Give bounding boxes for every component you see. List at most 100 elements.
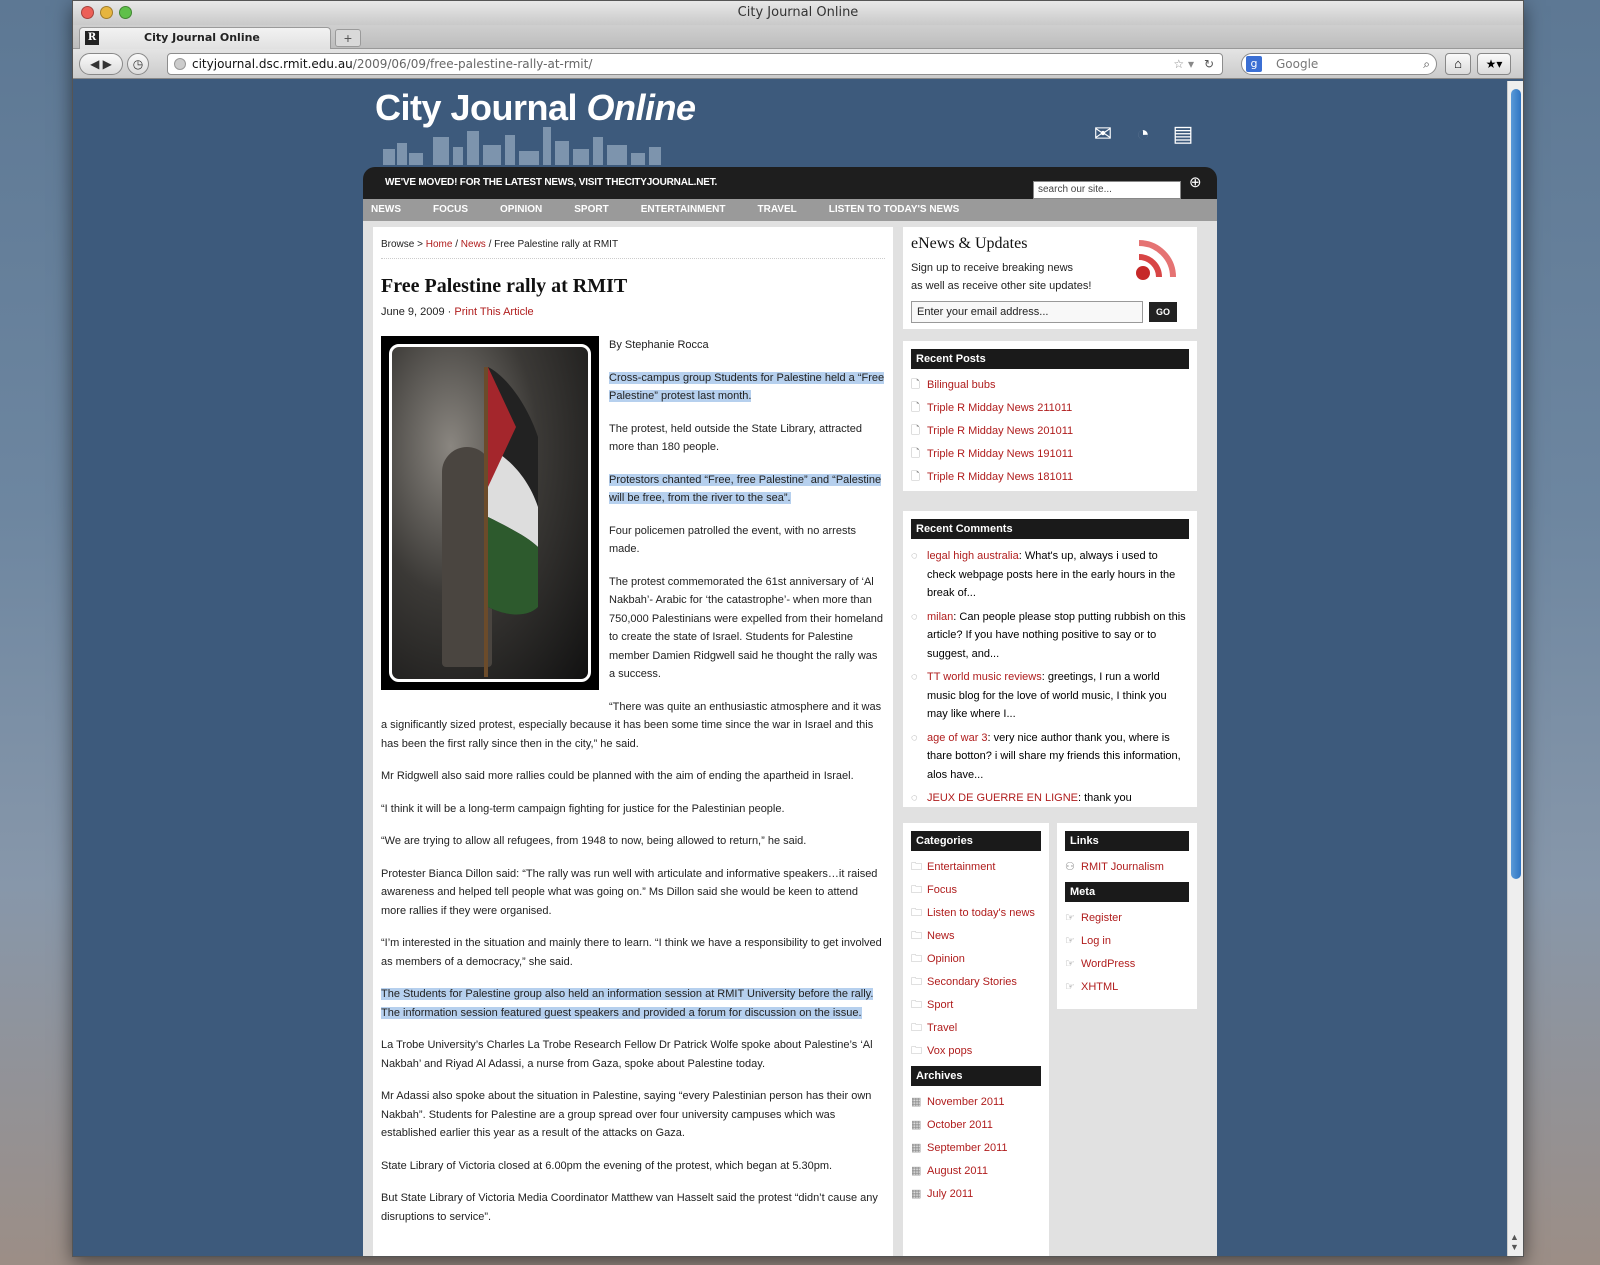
meta-item-link[interactable]: XHTML <box>1081 981 1118 993</box>
archive-item[interactable]: ▦ November 2011 <box>911 1094 1041 1110</box>
vertical-scrollbar[interactable]: ▲ ▼ <box>1507 81 1523 1256</box>
recent-post-item-link[interactable]: Triple R Midday News 211011 <box>927 402 1072 414</box>
meta-item[interactable]: ☞ WordPress <box>1065 956 1189 972</box>
comment-author-link[interactable]: legal high australia <box>927 550 1019 562</box>
archive-item[interactable]: ▦ September 2011 <box>911 1140 1041 1156</box>
category-item-link[interactable]: Secondary Stories <box>927 976 1017 988</box>
history-button[interactable]: ◷ <box>127 53 149 75</box>
breadcrumb-home-link[interactable]: Home <box>426 239 453 250</box>
site-logo[interactable]: City Journal Online <box>375 87 696 129</box>
category-item[interactable]: 🗀 Entertainment <box>911 859 1041 875</box>
meta-item-link[interactable]: Register <box>1081 912 1122 924</box>
go-button[interactable]: GO <box>1149 302 1177 322</box>
meta-item[interactable]: ☞ XHTML <box>1065 979 1189 995</box>
menu-sport[interactable]: SPORT <box>574 199 608 221</box>
scrollbar-thumb[interactable] <box>1511 89 1521 879</box>
moved-notice[interactable]: WE'VE MOVED! FOR THE LATEST NEWS, VISIT … <box>385 177 717 188</box>
category-item[interactable]: 🗀 Focus <box>911 882 1041 898</box>
recent-post-item[interactable]: 🗋 Bilingual bubs <box>911 377 1189 393</box>
archive-item[interactable]: ▦ August 2011 <box>911 1163 1041 1179</box>
bookmark-star-icon[interactable]: ☆ ▾ <box>1173 54 1194 74</box>
category-item[interactable]: 🗀 Travel <box>911 1020 1041 1036</box>
menu-opinion[interactable]: OPINION <box>500 199 542 221</box>
rss-feed-icon[interactable]: ◔ <box>1129 121 1157 147</box>
category-item[interactable]: 🗀 Secondary Stories <box>911 974 1041 990</box>
folder-icon: 🗀 <box>911 999 922 1011</box>
recent-post-item-link[interactable]: Triple R Midday News 181011 <box>927 471 1073 483</box>
archive-item[interactable]: ▦ October 2011 <box>911 1117 1041 1133</box>
category-item-link[interactable]: Vox pops <box>927 1045 972 1057</box>
site-search-icon[interactable]: ⊕ <box>1189 173 1202 191</box>
category-item-link[interactable]: Focus <box>927 884 957 896</box>
back-forward-button[interactable]: ◀ ▶ <box>79 53 123 75</box>
reload-icon[interactable]: ↻ <box>1204 54 1214 74</box>
category-item-link[interactable]: News <box>927 930 955 942</box>
address-bar[interactable]: cityjournal.dsc.rmit.edu.au/2009/06/09/f… <box>167 53 1223 75</box>
scroll-arrows-icon[interactable]: ▲ ▼ <box>1510 1232 1519 1252</box>
breadcrumb-news-link[interactable]: News <box>461 239 486 250</box>
menu-listen[interactable]: LISTEN TO TODAY'S NEWS <box>829 199 960 221</box>
tab-city-journal[interactable]: R City Journal Online <box>79 27 331 49</box>
zoom-window-button[interactable] <box>119 6 132 19</box>
search-bar[interactable]: g Google ⌕ <box>1241 53 1437 75</box>
print-article-link[interactable]: Print This Article <box>454 306 533 318</box>
email-input[interactable]: Enter your email address... <box>911 301 1143 323</box>
comment-author-link[interactable]: JEUX DE GUERRE EN LIGNE <box>927 792 1078 804</box>
email-icon[interactable]: ✉ <box>1089 121 1117 147</box>
menu-entertainment[interactable]: ENTERTAINMENT <box>641 199 726 221</box>
search-engine-icon[interactable]: g <box>1246 56 1262 72</box>
menu-travel[interactable]: TRAVEL <box>758 199 797 221</box>
comment-author-link[interactable]: age of war 3 <box>927 732 988 744</box>
minimize-window-button[interactable] <box>100 6 113 19</box>
speech-bubble-icon: ◌ <box>911 610 918 623</box>
home-button[interactable]: ⌂ <box>1445 53 1471 75</box>
category-item[interactable]: 🗀 Listen to today's news <box>911 905 1041 921</box>
site-search-input[interactable]: search our site... <box>1033 181 1181 199</box>
meta-item[interactable]: ☞ Register <box>1065 910 1189 926</box>
recent-post-item-link[interactable]: Triple R Midday News 191011 <box>927 448 1073 460</box>
recent-post-item-link[interactable]: Bilingual bubs <box>927 379 996 391</box>
recent-post-item[interactable]: 🗋 Triple R Midday News 181011 <box>911 469 1189 485</box>
archive-item-link[interactable]: August 2011 <box>927 1165 988 1177</box>
archives-title: Archives <box>911 1066 1041 1086</box>
category-item[interactable]: 🗀 Opinion <box>911 951 1041 967</box>
category-item[interactable]: 🗀 News <box>911 928 1041 944</box>
window-title: City Journal Online <box>737 5 859 20</box>
archive-item-link[interactable]: October 2011 <box>927 1119 993 1131</box>
forward-arrow-icon[interactable]: ▶ <box>103 57 112 71</box>
category-item[interactable]: 🗀 Vox pops <box>911 1043 1041 1059</box>
article-paragraph: La Trobe University’s Charles La Trobe R… <box>381 1036 885 1073</box>
site-identity-icon[interactable] <box>174 58 186 70</box>
search-magnifier-icon[interactable]: ⌕ <box>1423 54 1430 74</box>
meta-item[interactable]: ☞ Log in <box>1065 933 1189 949</box>
logo-text-online: Online <box>586 87 697 128</box>
archive-item-link[interactable]: July 2011 <box>927 1188 973 1200</box>
bookmarks-menu-button[interactable]: ★▾ <box>1477 53 1511 75</box>
close-window-button[interactable] <box>81 6 94 19</box>
comment-author-link[interactable]: TT world music reviews <box>927 671 1042 683</box>
archive-item-link[interactable]: September 2011 <box>927 1142 1008 1154</box>
archive-item[interactable]: ▦ July 2011 <box>911 1186 1041 1202</box>
new-tab-button[interactable]: + <box>335 29 361 47</box>
category-item-link[interactable]: Sport <box>927 999 953 1011</box>
category-item-link[interactable]: Entertainment <box>927 861 995 873</box>
category-item-link[interactable]: Travel <box>927 1022 957 1034</box>
menu-focus[interactable]: FOCUS <box>433 199 468 221</box>
recent-post-item[interactable]: 🗋 Triple R Midday News 211011 <box>911 400 1189 416</box>
document-icon: 🗋 <box>911 379 920 391</box>
recent-post-item-link[interactable]: Triple R Midday News 201011 <box>927 425 1073 437</box>
meta-item-link[interactable]: Log in <box>1081 935 1111 947</box>
category-item[interactable]: 🗀 Sport <box>911 997 1041 1013</box>
category-item-link[interactable]: Opinion <box>927 953 965 965</box>
meta-item-link[interactable]: WordPress <box>1081 958 1135 970</box>
comment-author-link[interactable]: milan <box>927 611 953 623</box>
link-item-link[interactable]: RMIT Journalism <box>1081 861 1164 873</box>
link-item[interactable]: ⚇ RMIT Journalism <box>1065 859 1189 875</box>
recent-post-item[interactable]: 🗋 Triple R Midday News 191011 <box>911 446 1189 462</box>
category-item-link[interactable]: Listen to today's news <box>927 907 1035 919</box>
back-arrow-icon[interactable]: ◀ <box>90 57 99 71</box>
archive-item-link[interactable]: November 2011 <box>927 1096 1004 1108</box>
recent-post-item[interactable]: 🗋 Triple R Midday News 201011 <box>911 423 1189 439</box>
comments-feed-icon[interactable]: ▤ <box>1169 121 1197 147</box>
menu-news[interactable]: NEWS <box>371 199 401 221</box>
